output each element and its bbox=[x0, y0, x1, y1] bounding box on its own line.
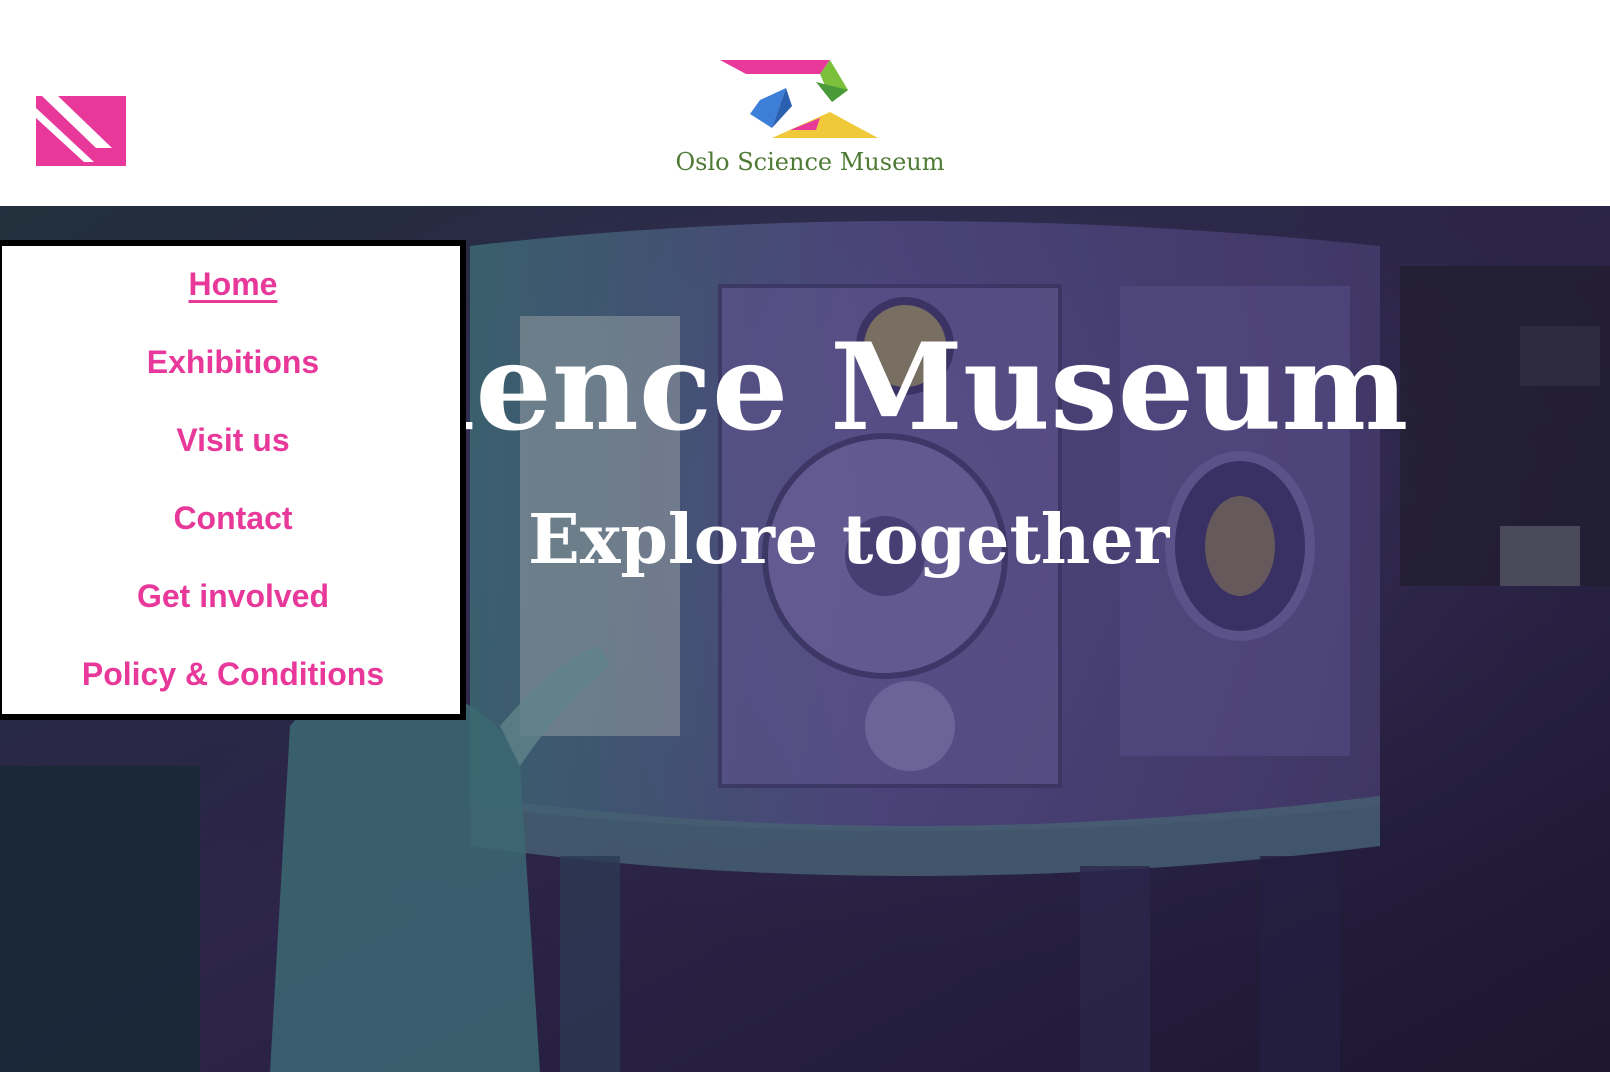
nav-item-get-involved[interactable]: Get involved bbox=[2, 578, 464, 615]
logo-text: Oslo Science Museum bbox=[675, 148, 945, 176]
nav-item-policy-conditions[interactable]: Policy & Conditions bbox=[2, 656, 464, 693]
menu-toggle-icon bbox=[36, 96, 126, 166]
hero-subtitle: Explore together bbox=[528, 500, 1170, 580]
nav-item-contact[interactable]: Contact bbox=[2, 500, 464, 537]
site-header: Oslo Science Museum bbox=[0, 0, 1610, 206]
navigation-menu: Home Exhibitions Visit us Contact Get in… bbox=[0, 240, 466, 720]
nav-item-home[interactable]: Home bbox=[2, 266, 464, 303]
logo-mark-icon bbox=[720, 60, 878, 138]
menu-toggle-button[interactable] bbox=[36, 96, 126, 166]
nav-item-visit-us[interactable]: Visit us bbox=[2, 422, 464, 459]
nav-item-exhibitions[interactable]: Exhibitions bbox=[2, 344, 464, 381]
site-logo[interactable]: Oslo Science Museum bbox=[670, 56, 950, 186]
